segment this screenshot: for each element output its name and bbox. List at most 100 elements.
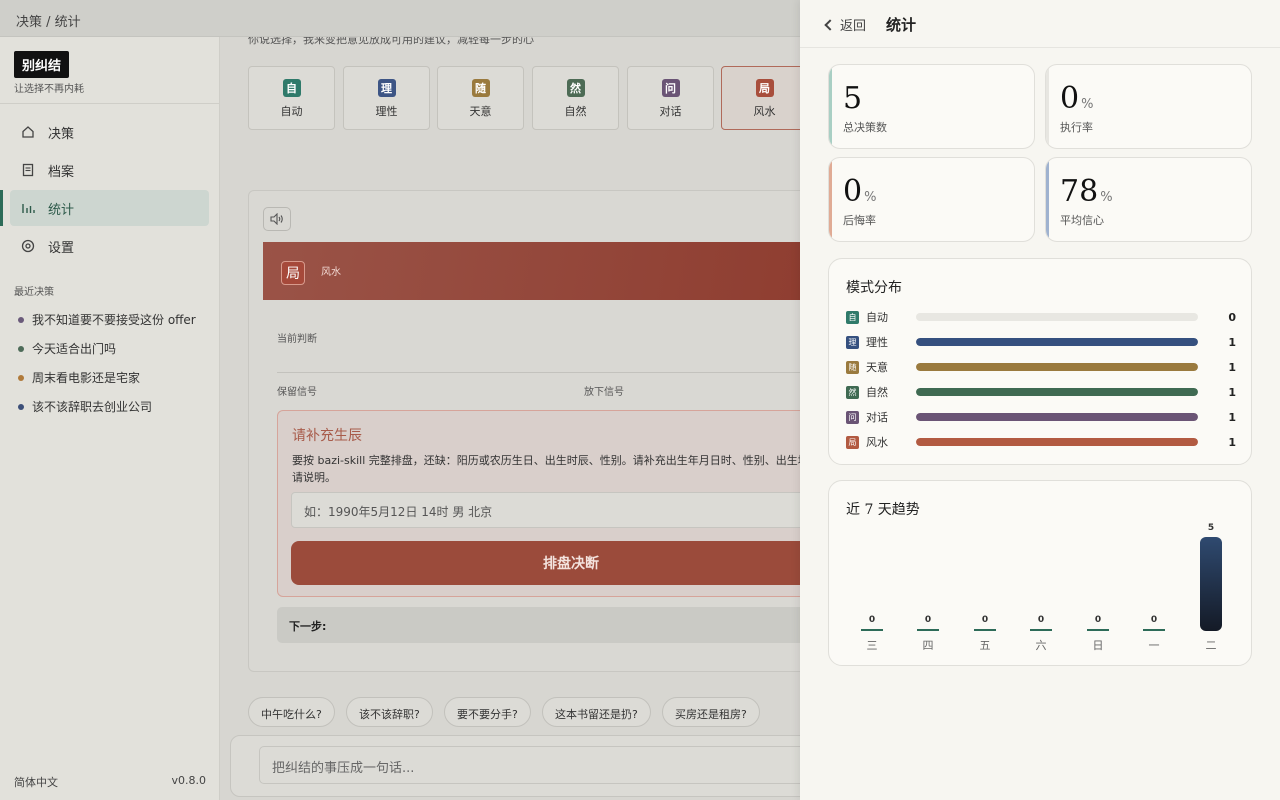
sidebar-item-decision[interactable]: 决策 [10, 114, 209, 150]
gear-icon [20, 238, 36, 254]
mode-glyph: 理 [377, 79, 396, 97]
trend-day-label: 二 [1205, 639, 1217, 652]
mode-row-glyph: 局 [846, 435, 859, 449]
trend-value-label: 0 [1094, 615, 1102, 625]
stat-accent [1046, 158, 1049, 241]
trend-title: 近 7 天趋势 [846, 502, 920, 518]
suggestion-chip[interactable]: 买房还是租房? [662, 697, 760, 727]
speaker-button[interactable] [263, 207, 291, 231]
stat-execution-rate: 0% 执行率 [1045, 64, 1252, 149]
decision-card: 局 风水 当前判断 保留信号 放下信号 请补充生辰 要按 bazi-skill … [248, 190, 851, 672]
keep-signal-label: 保留信号 [277, 387, 317, 398]
mode-label: 天意 [469, 105, 492, 118]
recent-dot [18, 403, 24, 410]
mode-row: 然自然 1 [846, 384, 1236, 400]
panel-title: 统计 [886, 16, 917, 34]
mode-glyph: 问 [661, 79, 680, 97]
mode-button-dialogue[interactable]: 问 对话 [627, 66, 714, 130]
decision-input[interactable]: 把纠结的事压成一句话... [259, 746, 829, 784]
brand-logo[interactable]: 别纠结 [14, 51, 70, 78]
mode-row-track [916, 438, 1198, 446]
language-selector[interactable]: 简体中文 [14, 774, 58, 790]
sidebar-footer: 简体中文 v0.8.0 [14, 774, 206, 790]
banner-glyph: 局 [281, 261, 305, 285]
trend-column: 0四 [916, 521, 940, 656]
composer: 把纠结的事压成一句话... [230, 735, 830, 797]
trend-bar [917, 629, 939, 631]
mode-glyph: 自 [282, 79, 301, 97]
mode-button-fengshui[interactable]: 局 风水 [721, 66, 808, 130]
intro-text: 你说选择，我来变把意见放成可用的建议，减轻每一步的心 [248, 37, 534, 46]
stat-value: 78% [1060, 174, 1113, 209]
recent-item-label: 今天适合出门吗 [32, 342, 117, 356]
stats-panel: 返回 统计 5 总决策数 0% 执行率 0% 后悔率 78% 平均信心 模式分布… [800, 0, 1280, 800]
trend-bar [1143, 629, 1165, 631]
mode-row-count: 0 [1228, 310, 1236, 324]
suggestion-chip[interactable]: 这本书留还是扔? [542, 697, 651, 727]
mode-label: 理性 [375, 105, 398, 118]
recent-item[interactable]: 今天适合出门吗 [14, 334, 214, 363]
birth-info-input[interactable]: 如：1990年5月12日 14时 男 北京 [291, 492, 851, 528]
trend-column: 0五 [973, 521, 997, 656]
mode-row-label: 对话 [866, 411, 888, 424]
suggestion-chip[interactable]: 中午吃什么? [248, 697, 335, 727]
sidebar-item-settings[interactable]: 设置 [10, 228, 209, 264]
active-indicator [0, 190, 3, 226]
mode-row: 问对话 1 [846, 409, 1236, 425]
version-label: v0.8.0 [171, 774, 207, 787]
breadcrumb: 决策 / 统计 [16, 15, 81, 30]
mode-label: 自然 [564, 105, 587, 118]
chart-decision-button[interactable]: 排盘决断 [291, 541, 851, 585]
mode-button-rational[interactable]: 理 理性 [343, 66, 430, 130]
stat-accent [829, 158, 832, 241]
trend-chart: 0三0四0五0六0日0一5二 [846, 521, 1236, 656]
sidebar-item-label: 设置 [48, 240, 75, 256]
sidebar-item-stats[interactable]: 统计 [10, 190, 209, 226]
mode-glyph: 随 [471, 79, 490, 97]
recent-item[interactable]: 周末看电影还是宅家 [14, 363, 214, 392]
mode-row-count: 1 [1228, 410, 1236, 424]
mode-button-fate[interactable]: 随 天意 [437, 66, 524, 130]
mode-row: 随天意 1 [846, 359, 1236, 375]
mode-row-glyph: 然 [846, 385, 859, 399]
chevron-left-icon [824, 18, 836, 31]
mode-row-glyph: 问 [846, 410, 859, 424]
sidebar-item-label: 决策 [48, 126, 75, 142]
mode-row-bar [916, 363, 1198, 371]
recent-item[interactable]: 我不知道要不要接受这份 offer [14, 305, 214, 334]
back-button[interactable]: 返回 [824, 15, 866, 34]
stat-accent [1046, 65, 1049, 148]
speaker-icon [270, 213, 283, 225]
prompt-description: 要按 bazi-skill 完整排盘，还缺：阳历或农历生日、出生时辰、性别。请补… [292, 454, 831, 484]
mode-row-label: 理性 [866, 336, 888, 349]
suggestion-chip[interactable]: 该不该辞职? [346, 697, 433, 727]
trend-column: 0三 [860, 521, 884, 656]
mode-button-auto[interactable]: 自 自动 [248, 66, 335, 130]
trend-bar [1200, 537, 1222, 631]
mode-label: 风水 [753, 105, 776, 118]
stat-avg-confidence: 78% 平均信心 [1045, 157, 1252, 242]
mode-button-nature[interactable]: 然 自然 [532, 66, 619, 130]
mode-row-count: 1 [1228, 385, 1236, 399]
stat-value: 0% [1060, 81, 1094, 116]
trend-value-label: 5 [1207, 523, 1215, 533]
mode-row-track [916, 313, 1198, 321]
panel-header: 返回 统计 [800, 0, 1280, 48]
trend-bar [861, 629, 883, 631]
suggestion-chip[interactable]: 要不要分手? [444, 697, 531, 727]
brand-tagline: 让选择不再内耗 [14, 84, 84, 95]
recent-item[interactable]: 该不该辞职去创业公司 [14, 392, 214, 421]
stat-label: 平均信心 [1060, 214, 1104, 227]
trend-day-label: 四 [922, 639, 934, 652]
mode-row-glyph: 理 [846, 335, 859, 349]
trend-day-label: 一 [1148, 639, 1160, 652]
mode-row-label: 自动 [866, 311, 888, 324]
sidebar-item-archive[interactable]: 档案 [10, 152, 209, 188]
mode-row: 自自动 0 [846, 309, 1236, 325]
recent-dot [18, 316, 24, 323]
mode-label: 对话 [659, 105, 682, 118]
sidebar-nav: 决策 档案 统计 设置 [10, 114, 209, 266]
trend-value-label: 0 [924, 615, 932, 625]
trend-bar [974, 629, 996, 631]
bar-chart-icon [20, 200, 36, 216]
